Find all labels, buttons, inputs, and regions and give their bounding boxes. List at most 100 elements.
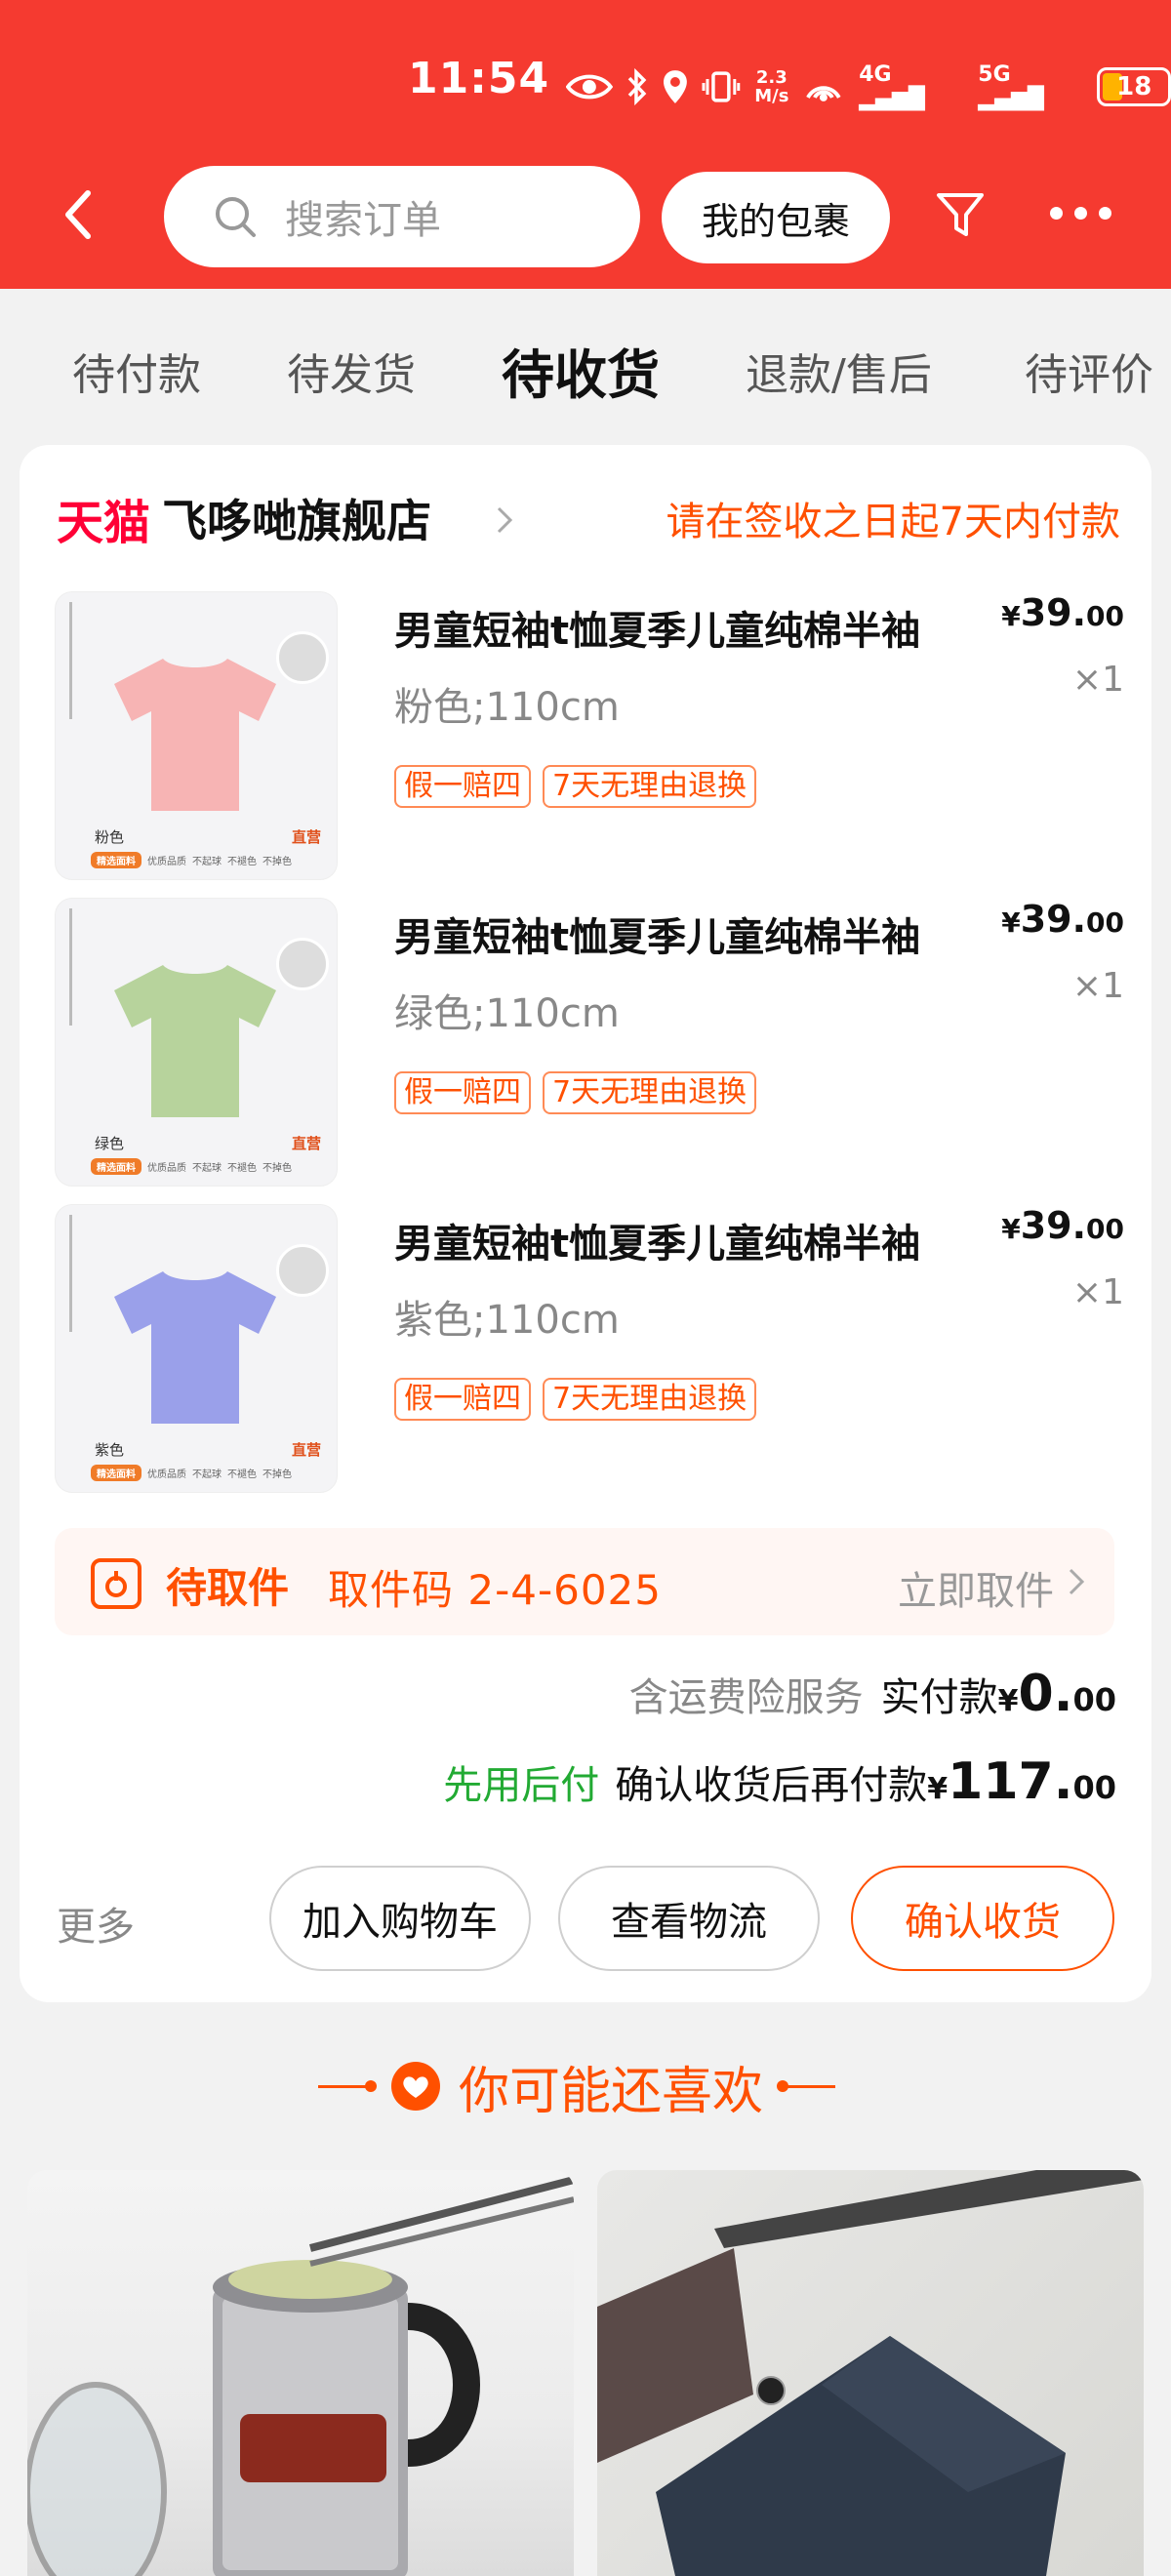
- search-input[interactable]: 搜索订单: [164, 166, 640, 267]
- pickup-code: 取件码 2-4-6025: [328, 1566, 662, 1614]
- tag-counterfeit-guarantee: 假一赔四: [394, 1071, 531, 1114]
- network-speed: 2.3 M/s: [754, 67, 789, 106]
- heart-icon: [391, 2062, 440, 2111]
- view-logistics-button[interactable]: 查看物流: [558, 1866, 820, 1971]
- product-thumbnail[interactable]: 紫色 直营 精选面料 优质品质 不起球 不褪色 不掉色: [55, 1204, 338, 1493]
- more-link[interactable]: 更多: [57, 1895, 135, 1952]
- product-quantity: ×1: [1071, 966, 1124, 1006]
- thumb-feature-strip: 精选面料 优质品质 不起球 不褪色 不掉色: [91, 1464, 327, 1481]
- hotspot-icon: [806, 86, 841, 101]
- order-item[interactable]: 粉色 直营 精选面料 优质品质 不起球 不褪色 不掉色 男童短袖t恤夏季儿童纯棉半袖 粉…: [55, 591, 1124, 880]
- thumb-color-label: 粉色: [95, 828, 125, 846]
- chevron-right-icon: [1069, 1568, 1085, 1595]
- tshirt-image: [114, 659, 276, 811]
- pickup-status: 待取件: [166, 1564, 290, 1612]
- product-spec: 紫色;110cm: [394, 1298, 620, 1343]
- tab-pending-review[interactable]: 待评价: [1025, 340, 1153, 402]
- tag-counterfeit-guarantee: 假一赔四: [394, 765, 531, 808]
- thumb-direct-label: 直营: [291, 1135, 321, 1152]
- tshirt-image: [114, 1271, 276, 1424]
- back-arrow-icon[interactable]: [59, 185, 98, 244]
- order-card: 天猫 飞哆哋旗舰店 请在签收之日起7天内付款 粉色 直营 精选面料 优质品质 不起球…: [20, 445, 1151, 2002]
- tab-pending-payment[interactable]: 待付款: [72, 340, 201, 402]
- store-row[interactable]: 天猫 飞哆哋旗舰店 请在签收之日起7天内付款: [57, 484, 1120, 552]
- header-bar: 11:54 2.3 M/s 4G ▂▄▆█ 5G ▂▄▆█ 18 搜索订单 我的包…: [0, 0, 1171, 289]
- brand-vertical-mark: [69, 1215, 81, 1332]
- order-tabs: 待付款 待发货 待收货 退款/售后 待评价: [0, 289, 1171, 445]
- status-icons: 2.3 M/s 4G ▂▄▆█ 5G ▂▄▆█ 18: [566, 58, 1171, 116]
- model-badge: [276, 631, 329, 684]
- chevron-right-icon: [497, 506, 513, 534]
- thumb-direct-label: 直营: [291, 828, 321, 846]
- paid-summary: 含运费险服务 实付款 ¥ 0. 00: [628, 1665, 1116, 1723]
- pay-after-receipt-label: 确认收货后再付款: [615, 1763, 928, 1808]
- pay-later-label: 先用后付: [443, 1763, 600, 1808]
- service-tags: 假一赔四 7天无理由退换: [394, 765, 757, 808]
- my-packages-button[interactable]: 我的包裹: [662, 172, 890, 263]
- status-bar: 11:54 2.3 M/s 4G ▂▄▆█ 5G ▂▄▆█ 18: [0, 54, 1171, 122]
- product-quantity: ×1: [1071, 1272, 1124, 1312]
- tag-counterfeit-guarantee: 假一赔四: [394, 1378, 531, 1421]
- location-icon: [663, 70, 687, 103]
- product-spec: 绿色;110cm: [394, 991, 620, 1036]
- recommend-title: 你可能还喜欢: [459, 2062, 764, 2121]
- pay-later-amount: 117.: [948, 1752, 1073, 1811]
- tshirt-image: [114, 965, 276, 1117]
- service-tags: 假一赔四 7天无理由退换: [394, 1071, 757, 1114]
- paid-amount: 0.: [1018, 1665, 1073, 1723]
- product-thumbnail[interactable]: 粉色 直营 精选面料 优质品质 不起球 不褪色 不掉色: [55, 591, 338, 880]
- paid-label: 实付款: [880, 1675, 998, 1720]
- search-icon: [216, 197, 256, 237]
- tag-7day-return: 7天无理由退换: [543, 1071, 757, 1114]
- noodle-cup-image: [27, 2176, 574, 2576]
- brand-vertical-mark: [69, 602, 81, 719]
- model-badge: [276, 938, 329, 990]
- divider-left: [318, 2079, 377, 2092]
- shipping-insurance-label: 含运费险服务: [628, 1675, 864, 1720]
- pickup-bar[interactable]: 待取件 取件码 2-4-6025 立即取件: [55, 1528, 1114, 1635]
- package-pickup-icon: [91, 1558, 141, 1609]
- order-item[interactable]: 紫色 直营 精选面料 优质品质 不起球 不褪色 不掉色 男童短袖t恤夏季儿童纯棉半袖 紫…: [55, 1204, 1124, 1493]
- model-badge: [276, 1244, 329, 1297]
- thumb-color-label: 紫色: [95, 1441, 125, 1459]
- product-price: ¥39.00: [1001, 591, 1124, 634]
- thumb-color-label: 绿色: [95, 1135, 125, 1152]
- product-title[interactable]: 男童短袖t恤夏季儿童纯棉半袖: [394, 599, 999, 656]
- product-price: ¥39.00: [1001, 1204, 1124, 1247]
- recommended-product[interactable]: [27, 2170, 574, 2576]
- payment-note: 请在签收之日起7天内付款: [666, 500, 1120, 544]
- pay-later-summary: 先用后付 确认收货后再付款 ¥ 117. 00: [443, 1752, 1116, 1811]
- cloth-bag-image: [597, 2170, 1144, 2576]
- divider-right: [777, 2079, 836, 2092]
- service-tags: 假一赔四 7天无理由退换: [394, 1378, 757, 1421]
- battery-icon: 18: [1097, 67, 1171, 106]
- product-price: ¥39.00: [1001, 898, 1124, 941]
- store-name[interactable]: 飞哆哋旗舰店: [162, 486, 431, 550]
- add-to-cart-button[interactable]: 加入购物车: [269, 1866, 531, 1971]
- confirm-receipt-button[interactable]: 确认收货: [851, 1866, 1114, 1971]
- pickup-now-link[interactable]: 立即取件: [898, 1559, 1054, 1616]
- signal-4g: 4G ▂▄▆█: [859, 62, 925, 111]
- tag-7day-return: 7天无理由退换: [543, 1378, 757, 1421]
- brand-vertical-mark: [69, 908, 81, 1026]
- status-time: 11:54: [408, 54, 550, 103]
- thumb-direct-label: 直营: [291, 1441, 321, 1459]
- tab-pending-receipt[interactable]: 待收货: [502, 332, 660, 409]
- tag-7day-return: 7天无理由退换: [543, 765, 757, 808]
- search-placeholder: 搜索订单: [285, 198, 441, 243]
- product-title[interactable]: 男童短袖t恤夏季儿童纯棉半袖: [394, 1212, 999, 1268]
- product-thumbnail[interactable]: 绿色 直营 精选面料 优质品质 不起球 不褪色 不掉色: [55, 898, 338, 1187]
- recommended-product[interactable]: [597, 2170, 1144, 2576]
- tab-refund-aftersale[interactable]: 退款/售后: [746, 340, 932, 402]
- more-options-icon[interactable]: [1050, 207, 1111, 220]
- order-item[interactable]: 绿色 直营 精选面料 优质品质 不起球 不褪色 不掉色 男童短袖t恤夏季儿童纯棉半袖 绿…: [55, 898, 1124, 1187]
- recommend-header: 你可能还喜欢: [0, 2045, 1171, 2127]
- filter-icon[interactable]: [935, 187, 986, 242]
- tab-pending-shipment[interactable]: 待发货: [287, 340, 416, 402]
- tmall-badge: 天猫: [57, 496, 151, 550]
- eye-icon: [566, 74, 613, 100]
- product-spec: 粉色;110cm: [394, 685, 620, 730]
- product-title[interactable]: 男童短袖t恤夏季儿童纯棉半袖: [394, 906, 999, 962]
- bluetooth-icon: [627, 68, 647, 105]
- nav-row: 搜索订单 我的包裹: [0, 164, 1171, 267]
